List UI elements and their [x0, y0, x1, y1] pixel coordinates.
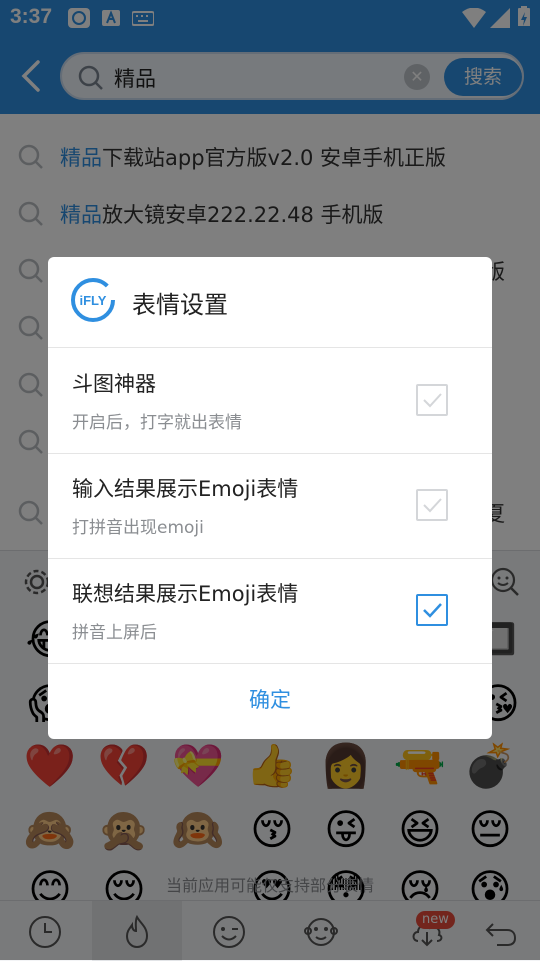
- option-title: 输入结果展示Emoji表情: [72, 477, 299, 501]
- option-title: 斗图神器: [72, 372, 156, 396]
- option-checkbox[interactable]: [416, 489, 448, 521]
- emoji-settings-dialog: iFLY 表情设置 斗图神器 开启后，打字就出表情 输入结果展示Emoji表情 …: [48, 257, 492, 739]
- option-subtitle: 打拼音出现emoji: [72, 518, 204, 538]
- dialog-header: iFLY 表情设置: [48, 257, 492, 348]
- svg-text:iFLY: iFLY: [80, 293, 107, 308]
- checkmark-icon: [423, 498, 442, 513]
- confirm-button[interactable]: 确定: [48, 662, 492, 739]
- option-title: 联想结果展示Emoji表情: [72, 582, 299, 606]
- option-checkbox[interactable]: [416, 384, 448, 416]
- option-subtitle: 开启后，打字就出表情: [72, 413, 242, 433]
- option-checkbox[interactable]: [416, 594, 448, 626]
- option-doutu[interactable]: 斗图神器 开启后，打字就出表情: [48, 348, 492, 454]
- option-subtitle: 拼音上屏后: [72, 623, 157, 643]
- checkmark-icon: [423, 393, 442, 408]
- ifly-logo-icon: iFLY: [71, 278, 115, 322]
- checkmark-icon: [423, 603, 442, 618]
- option-input-emoji[interactable]: 输入结果展示Emoji表情 打拼音出现emoji: [48, 453, 492, 559]
- dialog-title: 表情设置: [132, 291, 228, 319]
- option-association-emoji[interactable]: 联想结果展示Emoji表情 拼音上屏后: [48, 558, 492, 664]
